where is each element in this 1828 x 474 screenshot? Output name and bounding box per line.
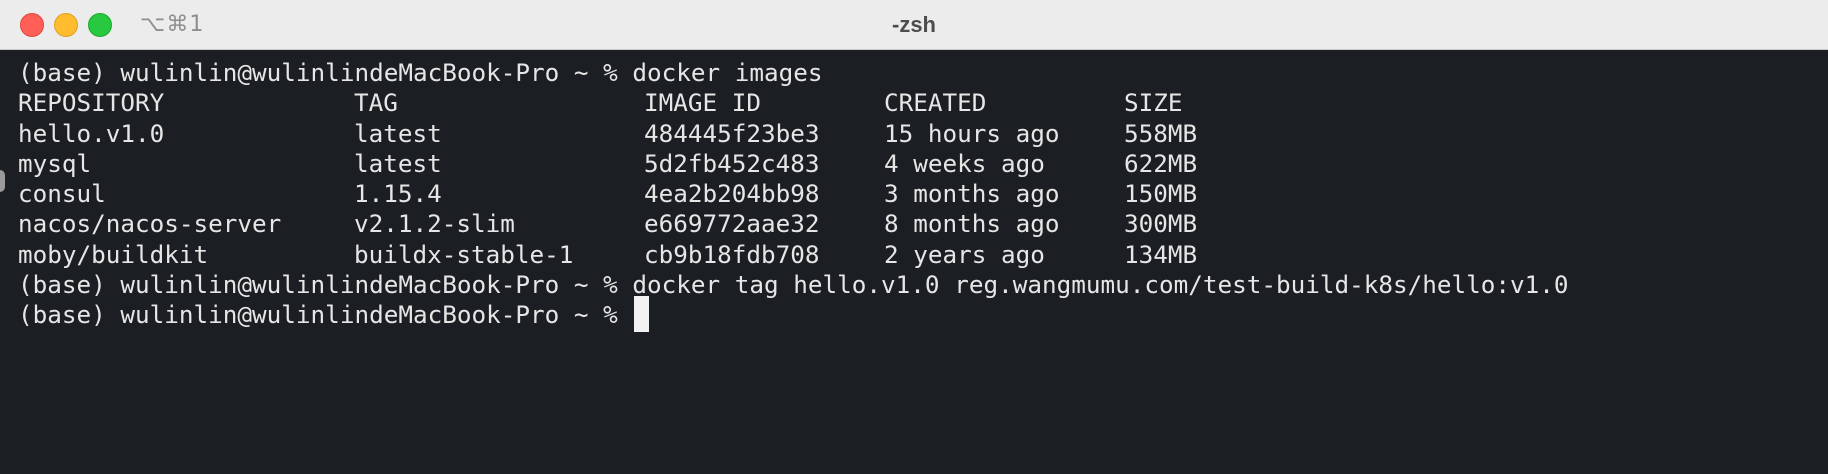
prompt: (base) wulinlin@wulinlindeMacBook-Pro ~ … [18, 58, 633, 87]
size-cell: 300MB [1124, 209, 1198, 239]
repository-cell: moby/buildkit [18, 239, 209, 269]
repository-cell: consul [18, 179, 106, 209]
table-header-row: REPOSITORY TAG IMAGE ID CREATED SIZE [18, 88, 1818, 118]
image-id-cell: e669772aae32 [644, 209, 820, 239]
created-cell: 3 months ago [884, 179, 1060, 209]
tag-cell: 1.15.4 [354, 179, 442, 209]
created-cell: 2 years ago [884, 239, 1045, 269]
column-header-size: SIZE [1124, 88, 1183, 118]
tag-cell: buildx-stable-1 [354, 239, 574, 269]
table-row: mysql latest 5d2fb452c483 4 weeks ago 622MB [18, 149, 1818, 179]
text-cursor [634, 296, 650, 333]
created-cell: 4 weeks ago [884, 148, 1045, 178]
column-header-created: CREATED [884, 88, 987, 118]
tag-cell: latest [354, 118, 442, 148]
tag-cell: latest [354, 148, 442, 178]
title-bar[interactable]: ⌥⌘1 -zsh [0, 0, 1828, 50]
column-header-tag: TAG [354, 88, 398, 118]
size-cell: 150MB [1124, 179, 1198, 209]
created-cell: 15 hours ago [884, 118, 1060, 148]
image-id-cell: 4ea2b204bb98 [644, 179, 820, 209]
size-cell: 558MB [1124, 118, 1198, 148]
table-row: nacos/nacos-server v2.1.2-slim e669772aae3… [18, 209, 1818, 239]
image-id-cell: cb9b18fdb708 [644, 239, 820, 269]
active-command-line[interactable]: (base) wulinlin@wulinlindeMacBook-Pro ~ … [18, 296, 1818, 333]
command-line: (base) wulinlin@wulinlindeMacBook-Pro ~ … [18, 270, 1818, 300]
prompt: (base) wulinlin@wulinlindeMacBook-Pro ~ … [18, 300, 633, 330]
terminal-output[interactable]: (base) wulinlin@wulinlindeMacBook-Pro ~ … [18, 58, 1818, 474]
image-id-cell: 484445f23be3 [644, 118, 820, 148]
repository-cell: hello.v1.0 [18, 118, 165, 148]
table-row: hello.v1.0 latest 484445f23be3 15 hours ago… [18, 119, 1818, 149]
tag-cell: v2.1.2-slim [354, 209, 515, 239]
column-header-repository: REPOSITORY [18, 88, 165, 118]
command-line: (base) wulinlin@wulinlindeMacBook-Pro ~ … [18, 58, 1818, 88]
table-row: moby/buildkit buildx-stable-1 cb9b18fdb708… [18, 240, 1818, 270]
window-edge-handle [0, 170, 5, 192]
size-cell: 622MB [1124, 148, 1198, 178]
created-cell: 8 months ago [884, 209, 1060, 239]
repository-cell: mysql [18, 148, 92, 178]
terminal-window: ⌥⌘1 -zsh (base) wulinlin@wulinlindeMacBo… [0, 0, 1828, 474]
column-header-image-id: IMAGE ID [644, 88, 762, 118]
window-title: -zsh [892, 12, 936, 37]
command-text: docker images [632, 58, 823, 87]
repository-cell: nacos/nacos-server [18, 209, 282, 239]
size-cell: 134MB [1124, 239, 1198, 269]
prompt: (base) wulinlin@wulinlindeMacBook-Pro ~ … [18, 270, 633, 300]
image-id-cell: 5d2fb452c483 [644, 148, 820, 178]
command-text: docker tag hello.v1.0 reg.wangmumu.com/t… [632, 270, 1569, 300]
table-row: consul 1.15.4 4ea2b204bb98 3 months ago 150M… [18, 179, 1818, 209]
